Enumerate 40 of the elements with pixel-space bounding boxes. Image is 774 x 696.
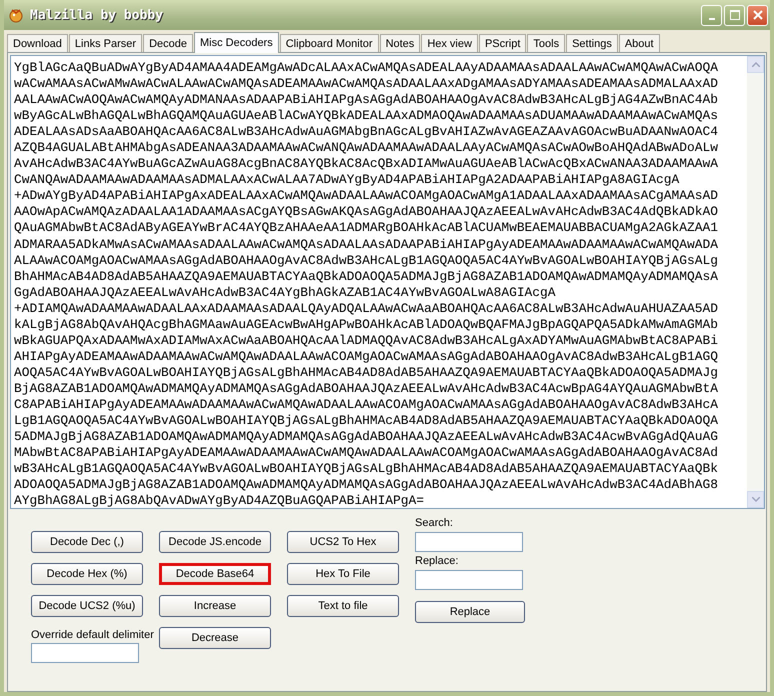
tab[interactable]: PScript	[478, 34, 526, 52]
close-button[interactable]	[747, 4, 768, 26]
tab[interactable]: Hex view	[421, 34, 478, 52]
search-field[interactable]	[415, 532, 523, 552]
tab[interactable]: Decode	[143, 34, 193, 52]
replace-field[interactable]	[415, 570, 523, 590]
tab[interactable]: Clipboard Monitor	[280, 34, 379, 52]
action-button[interactable]: Decode JS.encode	[159, 531, 271, 553]
action-button[interactable]: Decrease	[159, 627, 271, 649]
close-icon	[752, 10, 762, 20]
action-button[interactable]: Decode Dec (,)	[31, 531, 143, 553]
tab[interactable]: Notes	[380, 34, 420, 52]
tab[interactable]: Tools	[527, 34, 566, 52]
delimiter-field[interactable]	[31, 643, 139, 663]
scrollbar[interactable]	[747, 56, 764, 508]
minimize-button[interactable]	[701, 4, 722, 26]
tab[interactable]: Download	[7, 34, 68, 52]
encoded-text: YgBlAGcAaQBuADwAYgByAD4AMAA4ADEAMgAwADcALAAxACwAMQAsADEALAAyADAAMAAsADAALAAwACwAMQAwACwAOQA wACwAMAAsACwAMwAwACwALAAwACwAMQAsADEAMAAwACwAMQAsADAALAAxADgAMAAsADYAMAAsADEAMAAsADMALAAxAD AALAAwACwAOQAwACwAMQAyADMANAAsADAAPABiAHIAPgAsAGgAdABOAHAAOgAvAC8AdwB3AHcALgBjAG4AZwBnAC4Ab wByAGcALwBhAGQALwBhAGQAMQAuAGUAeABlACwAYQBkADEALAAxADMAOQAwADAAMAAsADUAMAAwADAAMAAwACwAMQAs ADEALAAsADsAaABOAHQAcAA6AC8ALwB3AHcAdwAuAGMAbgBnAGcALgBvAHIAZwAvAGEAZAAvAGOAcwBuADAANwAOAC4 AZQB4AGUALABtAHMAbgAsADEANAA3ADAAMAAwACwANQAwADAAMAAwADAALAAyACwAMQAsACwAOwBoAHQAdABwADoALw AvAHcAdwB3AC4AYwBuAGcAZwAuAG8AcgBnAC8AYQBkAC8AcQBxADIAMwAuAGUAeABlACwAcQBxACwANAA3ADAAMAAwA CwANQAwADAAMAAwADAAMAAsADMALAAxACwALAA7ADwAYgByAD4APABiAHIAPgA2ADAAPABiAHIAPgA8AGIAcgA +ADwAYgByAD4APABiAHIAPgAxADEALAAxACwAMQAwADAALAAwACOAMgAOACwAMgA1ADAALAAxADAAMAAsACgAMAAsAD AAOwApACwAMQAzADAALAA1ADAAMAAsACgAYQBsAGwAKQAsAGgAdABOAHAAJQAzAEEALwAvAHcAdwB3AC4AdQBkADkAO QAuAGMAbwBtAC8AdAByAGEAYwBrAC4AYQBzAHAAeAA1ADMARgBOAHkAcABlACUAMwBEAEMAUABBACUAMgA2AGkAZAA1 ADMARAA5ADkAMwAsACwAMAAsADAALAAwACwAMQAsADAALAAsADAAPABiAHIAPgAyADEAMAAwADAAMAAwACwAMQAwADA ALAAwACOAMgAOACwAMAAsAGgAdABOAHAAOgAvAC8AdwB3AHcALgB1AGQAOQA5AC4AYwBvAGOALwBOAHIAYQBjAGsALg BhAHMAcAB4AD8AdAB5AHAAZQA9AEMAUABTACYAaQBkADOAOQA5ADMAJgBjAG8AZAB1ADOAMQAwADMAMQAyADMAMQAsA GgAdABOAHAAJQAzAEEALwAvAHcAdwB3AC4AYgBhAGkAZAB1AC4AYwBvAGOALwA8AGIAcgA +ADIAMQAwADAAMAAwADAALAAxADAAMAAsADAALQAyADQALAAwACwAaABOAHQAcAA6AC8ALwB3AHcAdwAuAHUAZAA5AD kALgBjAG8AbQAvAHQAcgBhAGMAawAuAGEAcwBwAHgAPwBOAHkAcABlADOAQwBQAFMAJgBpAGQAPQA5ADkAMwAmAGMAb wBkAGUAPQAxADAAMwAxADIAMwAxACwAaABOAHQAcAAlADMAQQAvAC8AdwB3AHcALgAxADYAMwAuAGMAbwBtAC8APABi AHIAPgAyADEAMAAwADAAMAAwACwAMQAwADAALAAwACOAMgAOACwAMAAsAGgAdABOAHAAOgAvAC8AdwB3AHcALgB1AGQ AOQA5AC4AYwBvAGOALwBOAHIAYQBjAGsALgBhAHMAcAB4AD8AdAB5AHAAZQA9AEMAUABTACYAaQBkADOAOQA5ADMAJg BjAG8AZAB1ADOAMQAwADMAMQAyADMAMQAsAGgAdABOAHAAJQAzAEEALwAvAHcAdwB3AC4AcwBpAG4AYQAuAGMAbwBtA C8APABiAHIAPgAyADEAMAAwADAAMAAwACwAMQAwADAALAAwACOAMgAOACwAMAAsAGgAdABOAHAAOgAvAC8AdwB3AHcA LgB1AGQAOQA5AC4AYwBvAGOALwBOAHIAYQBjAGsALgBhAHMAcAB4AD8AdAB5AHAAZQA9AEMAUABTACYAaQBkADOAOQA 5ADMAJgBjAG8AZAB1ADOAMQAwADMAMQAyADMAMQAsAGgAdABOAHAAJQAzAEEALwAvAHcAdwB3AC4AcwBvAGgAdQAuAG MAbwBtAC8APABiAHIAPgAyADEAMAAwADAAMAAwACwAMQAwADAALAAwACOAMgAOACwAMAAsAGgAdABOAHAAOgAvAC8Ad wB3AHcALgB1AGQAOQA5AC4AYwBvAGOALwBOAHIAYQBjAGsALgBhAHMAcAB4AD8AdAB5AHAAZQA9AEMAUABTACYAaQBk ADOAOQA5ADMAJgBjAG8AZAB1ADOAMQAwADMAMQAyADMAMQAsAGgAdABOAHAAJQAzAEEALwAvAHcAdwB3AC4AdABhAG8 AYgBhAG8ALgBjAG8AbQAvADwAYgByAD4AZQBuAGQAPABiAHIAPgA=	[13, 59, 719, 508]
replace-label: Replace:	[415, 555, 460, 567]
minimize-icon	[708, 18, 714, 20]
action-button[interactable]: Text to file	[287, 595, 399, 617]
action-button[interactable]: Increase	[159, 595, 271, 617]
action-button[interactable]: Decode UCS2 (%u)	[31, 595, 143, 617]
scroll-up-icon[interactable]	[752, 62, 760, 67]
tab[interactable]: About	[618, 34, 660, 52]
scroll-down-icon[interactable]	[752, 497, 760, 502]
app-icon	[8, 7, 24, 23]
search-label: Search:	[415, 517, 454, 529]
action-button[interactable]: Decode Base64	[159, 563, 271, 585]
tab[interactable]: Links Parser	[68, 34, 142, 52]
tab[interactable]: Settings	[566, 34, 618, 52]
action-button[interactable]: Decode Hex (%)	[31, 563, 143, 585]
tab[interactable]: Misc Decoders	[194, 32, 279, 53]
action-button[interactable]: UCS2 To Hex	[287, 531, 399, 553]
delimiter-label: Override default delimiter	[31, 629, 155, 641]
action-button[interactable]: Hex To File	[287, 563, 399, 585]
replace-button[interactable]: Replace	[415, 601, 525, 623]
maximize-icon	[730, 10, 740, 20]
maximize-button[interactable]	[724, 4, 745, 26]
window-title: Malzilla by bobby	[30, 8, 164, 22]
